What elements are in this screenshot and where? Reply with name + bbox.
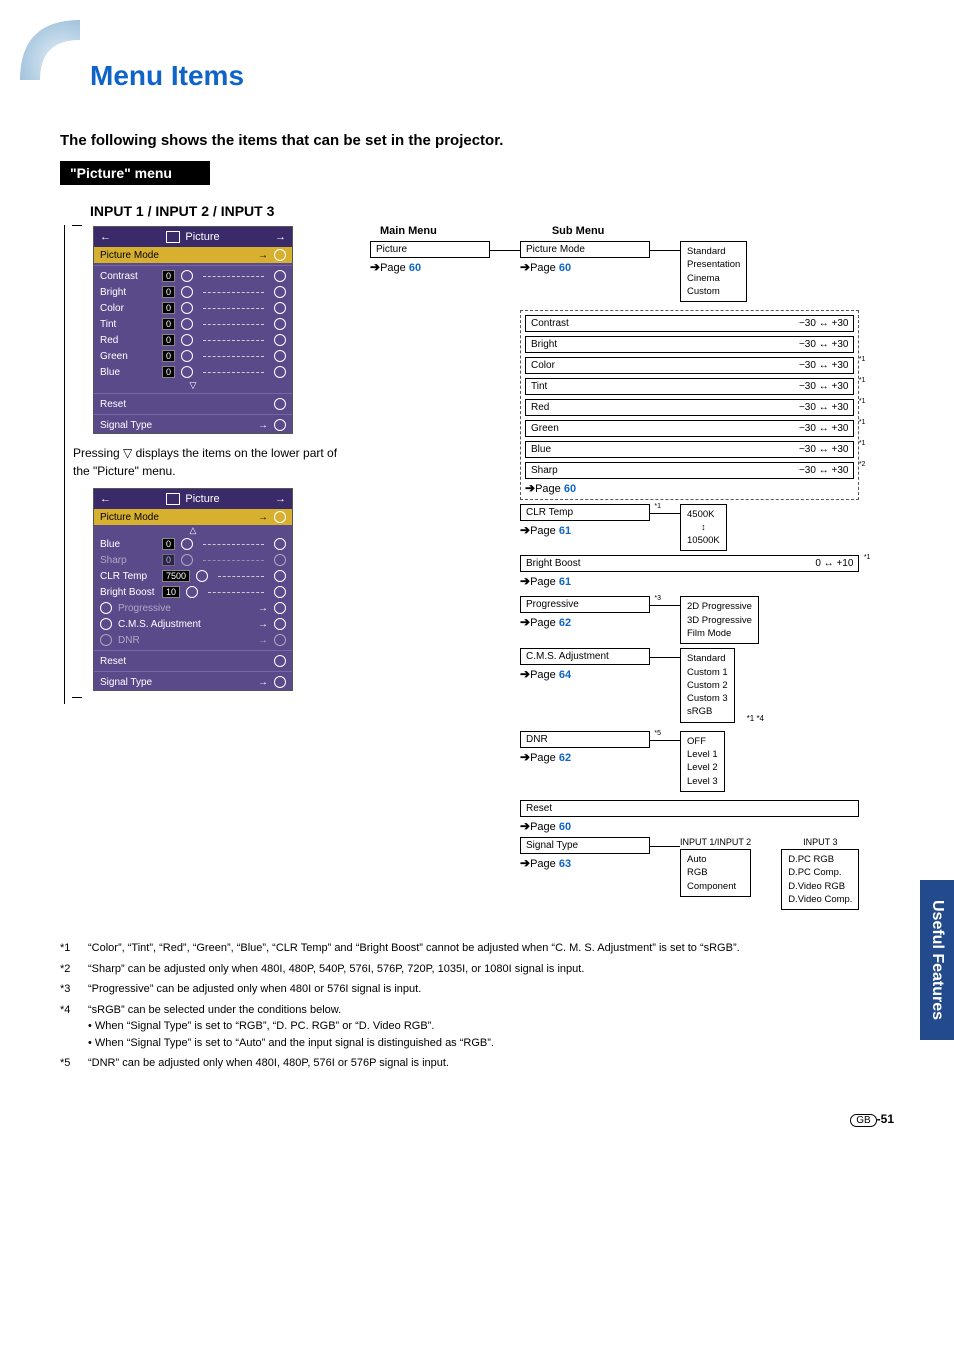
page-link[interactable]: ➔Page 60	[525, 481, 854, 495]
decorative-swoosh	[20, 20, 80, 80]
page-link[interactable]: ➔Page 61	[520, 574, 859, 588]
footnotes: *1“Color”, “Tint”, “Red”, “Green”, “Blue…	[60, 940, 894, 1072]
node-progressive: Progressive*3	[520, 596, 650, 613]
picture-icon	[166, 231, 180, 243]
page-link[interactable]: ➔Page 62	[520, 615, 650, 629]
node-reset: Reset	[520, 800, 859, 817]
intro-text: The following shows the items that can b…	[60, 132, 894, 149]
options-progressive: 2D Progressive 3D Progressive Film Mode	[680, 596, 759, 644]
page-link[interactable]: ➔Page 62	[520, 750, 650, 764]
sub-menu-head: Sub Menu	[552, 225, 605, 237]
side-tab-useful-features: Useful Features	[920, 880, 954, 1040]
options-dnr: OFF Level 1 Level 2 Level 3	[680, 731, 725, 792]
osd-screenshot-2: ← Picture → Picture Mode→ △ Blue0 Sharp0…	[93, 488, 293, 691]
mode-icon	[274, 249, 286, 261]
arrow-right-icon: →	[275, 231, 286, 243]
chevron-down-icon: ▽	[123, 444, 132, 462]
node-clr-temp: CLR Temp*1	[520, 504, 650, 521]
options-cms: Standard Custom 1 Custom 2 Custom 3 sRGB	[680, 648, 735, 722]
footnote-ref: *1 *4	[747, 714, 764, 723]
left-note: Pressing ▽ displays the items on the low…	[73, 444, 350, 480]
options-clr-temp: 4500K ↕ 10500K	[680, 504, 727, 551]
arrow-right-icon: →	[275, 493, 286, 505]
options-signal-2: D.PC RGB D.PC Comp. D.Video RGB D.Video …	[781, 849, 859, 910]
picture-menu-heading: "Picture" menu	[60, 161, 210, 185]
inputs-heading: INPUT 1 / INPUT 2 / INPUT 3	[90, 203, 894, 219]
options-signal-1: Auto RGB Component	[680, 849, 751, 897]
node-dnr: DNR*5	[520, 731, 650, 748]
updown-icon: ↕	[687, 521, 720, 534]
page-title: Menu Items	[90, 60, 894, 92]
signal-head-1: INPUT 1/INPUT 2	[680, 837, 751, 847]
node-picture: Picture	[370, 241, 490, 258]
chevron-down-icon: ▽	[94, 380, 292, 391]
page-link[interactable]: ➔Page 64	[520, 667, 650, 681]
arrow-left-icon: ←	[100, 493, 111, 505]
osd-row-label: Picture Mode	[100, 250, 252, 261]
main-menu-head: Main Menu	[380, 225, 437, 237]
node-cms: C.M.S. Adjustment	[520, 648, 650, 665]
options-picture-mode: Standard Presentation Cinema Custom	[680, 241, 747, 302]
page-link[interactable]: ➔Page 63	[520, 856, 650, 870]
picture-icon	[166, 493, 180, 505]
dashed-group: Contrast−30 ↔ +30 Bright−30 ↔ +30 Color−…	[520, 310, 859, 500]
page-link[interactable]: ➔Page 60	[520, 260, 650, 274]
page-link[interactable]: ➔Page 60	[520, 819, 859, 833]
osd1-title: Picture	[185, 231, 219, 243]
osd-screenshot-1: ← Picture → Picture Mode→ Contrast0 Brig…	[93, 226, 293, 434]
chevron-up-icon: △	[94, 525, 292, 536]
node-bright-boost: Bright Boost0 ↔ +10*1	[520, 555, 859, 572]
node-picture-mode: Picture Mode	[520, 241, 650, 258]
arrow-left-icon: ←	[100, 231, 111, 243]
signal-head-2: INPUT 3	[781, 837, 859, 847]
node-signal-type: Signal Type	[520, 837, 650, 854]
page-number: GB-51	[60, 1112, 894, 1127]
page-link[interactable]: ➔Page 60	[370, 260, 490, 274]
page-link[interactable]: ➔Page 61	[520, 523, 650, 537]
